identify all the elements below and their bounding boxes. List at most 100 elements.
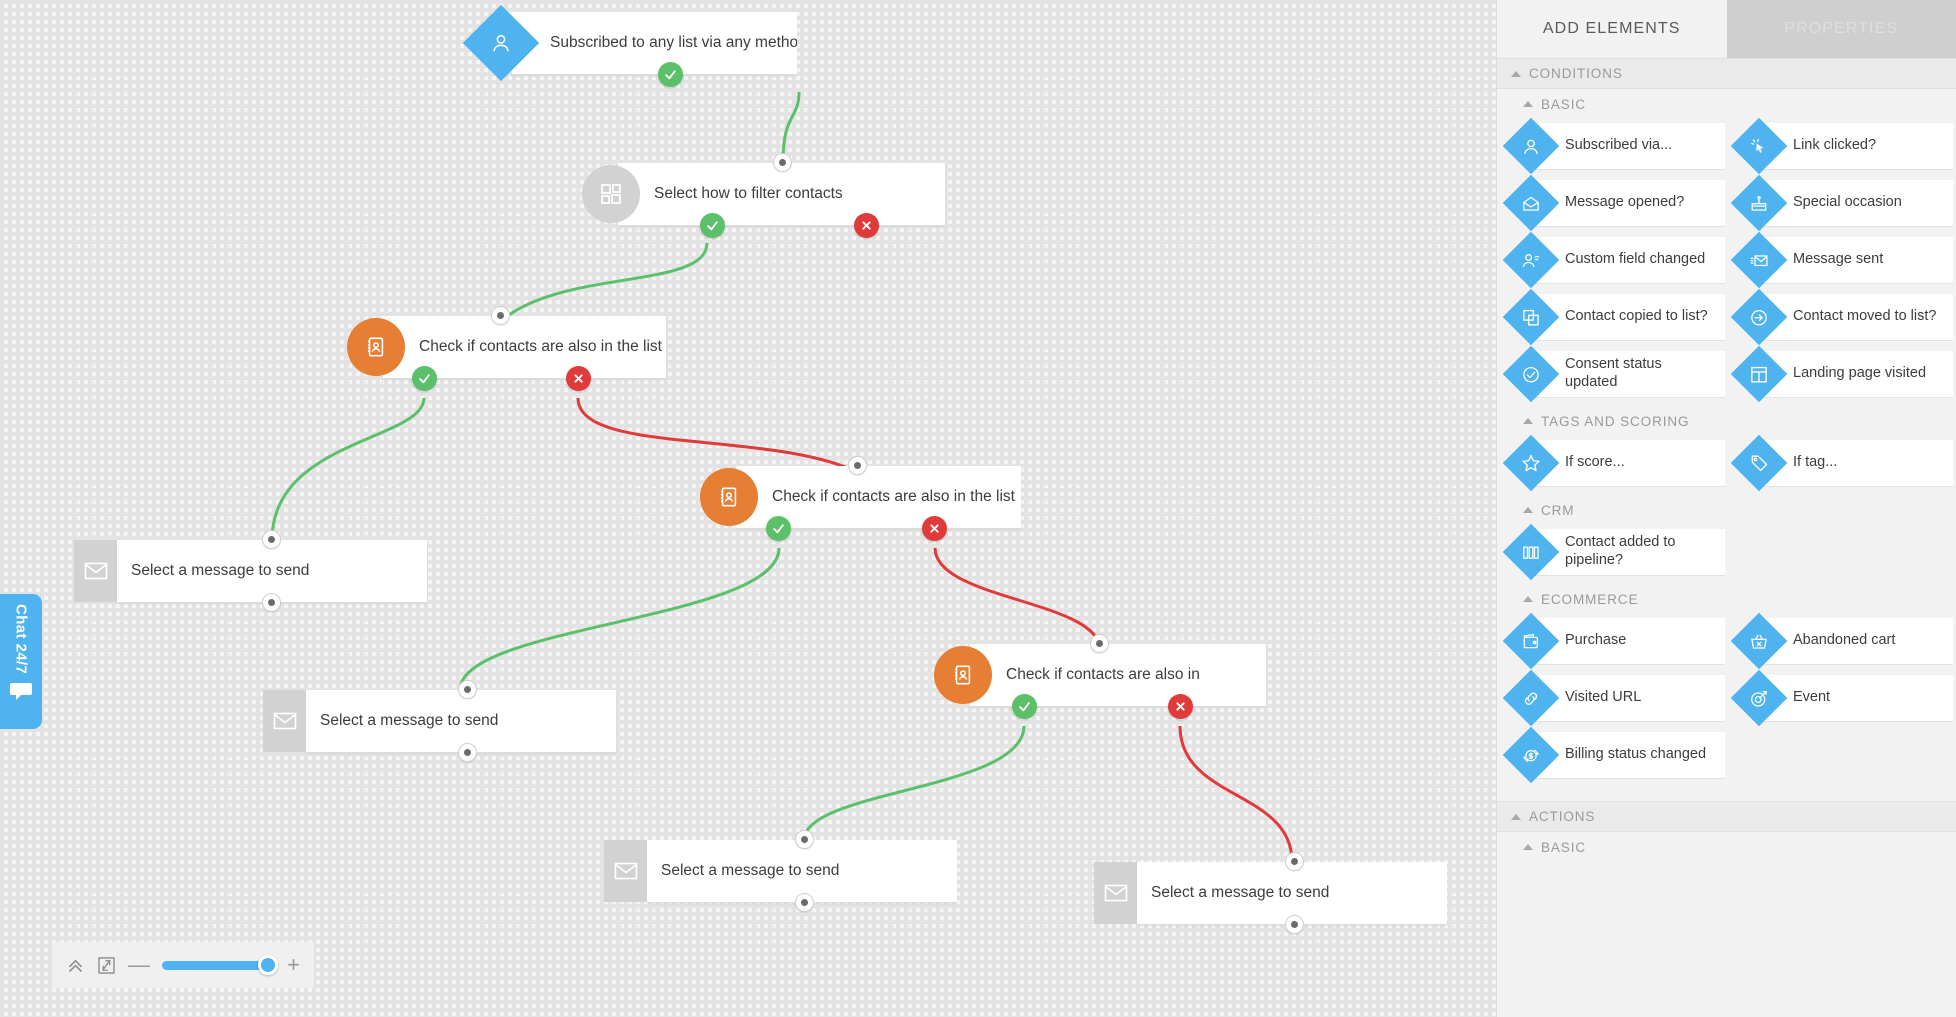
wallet-icon bbox=[1502, 612, 1560, 670]
zoom-in-button[interactable]: + bbox=[287, 954, 300, 976]
tab-add-elements[interactable]: ADD ELEMENTS bbox=[1497, 0, 1727, 58]
arrow-right-circle-icon bbox=[1730, 288, 1788, 346]
element-tile-contact-copied-to-list[interactable]: Contact copied to list? bbox=[1502, 288, 1725, 346]
fit-screen-icon[interactable] bbox=[97, 956, 116, 975]
node-yes-badge[interactable] bbox=[658, 62, 683, 87]
canvas-node-condition[interactable]: Check if contacts are also in the list bbox=[700, 456, 1021, 541]
element-tile-visited-url[interactable]: Visited URL bbox=[1502, 669, 1725, 727]
canvas-node-message[interactable]: Select a message to send bbox=[74, 530, 427, 612]
chevron-up-icon bbox=[1511, 70, 1521, 77]
tile-label: Landing page visited bbox=[1793, 365, 1927, 382]
star-icon bbox=[1502, 434, 1560, 492]
tile-label: Message opened? bbox=[1565, 194, 1685, 211]
chevron-up-icon bbox=[1511, 813, 1521, 820]
zoom-slider-handle[interactable] bbox=[258, 955, 279, 975]
subgroup-header-basic[interactable]: BASIC bbox=[1497, 89, 1956, 119]
node-input-port[interactable] bbox=[262, 530, 281, 549]
node-label: Select a message to send bbox=[320, 712, 499, 729]
tile-label: Custom field changed bbox=[1565, 251, 1706, 268]
group-header-conditions[interactable]: CONDITIONS bbox=[1497, 58, 1956, 89]
tile-list-basic: Subscribed via... Link clicked? Message … bbox=[1497, 117, 1956, 406]
address-book-icon bbox=[700, 468, 758, 526]
node-label: Subscribed to any list via any method bbox=[550, 34, 797, 51]
subgroup-header-actions-basic[interactable]: BASIC bbox=[1497, 832, 1956, 862]
element-tile-purchase[interactable]: Purchase bbox=[1502, 612, 1725, 670]
tab-properties[interactable]: PROPERTIES bbox=[1726, 0, 1956, 58]
node-output-port[interactable] bbox=[262, 593, 281, 612]
node-no-badge[interactable] bbox=[1168, 694, 1193, 719]
node-input-port[interactable] bbox=[773, 153, 792, 172]
node-yes-badge[interactable] bbox=[1012, 694, 1037, 719]
element-tile-billing-status-changed[interactable]: Billing status changed bbox=[1502, 726, 1725, 784]
tile-label: Billing status changed bbox=[1565, 746, 1707, 763]
panel-tabs: ADD ELEMENTS PROPERTIES bbox=[1497, 0, 1956, 58]
node-input-port[interactable] bbox=[491, 306, 510, 325]
envelope-icon bbox=[1094, 862, 1137, 924]
canvas-node-filter[interactable]: Select how to filter contacts bbox=[582, 153, 945, 238]
node-input-port[interactable] bbox=[1285, 852, 1304, 871]
element-tile-consent-status-updated[interactable]: Consent status updated bbox=[1502, 345, 1725, 403]
canvas-node-message[interactable]: Select a message to send bbox=[1094, 852, 1447, 934]
element-tile-custom-field-changed[interactable]: Custom field changed bbox=[1502, 231, 1725, 289]
subgroup-title: BASIC bbox=[1541, 96, 1587, 112]
element-tile-subscribed-via[interactable]: Subscribed via... bbox=[1502, 117, 1725, 175]
canvas-node-condition[interactable]: Check if contacts are also in bbox=[934, 634, 1266, 719]
envelope-icon bbox=[263, 690, 306, 752]
node-yes-badge[interactable] bbox=[766, 516, 791, 541]
address-book-icon bbox=[934, 646, 992, 704]
node-no-badge[interactable] bbox=[854, 213, 879, 238]
chevron-up-icon bbox=[1523, 101, 1533, 107]
node-input-port[interactable] bbox=[1090, 634, 1109, 653]
node-yes-badge[interactable] bbox=[700, 213, 725, 238]
subgroup-header-crm[interactable]: CRM bbox=[1497, 495, 1956, 525]
envelope-send-icon bbox=[1730, 231, 1788, 289]
chevron-up-icon bbox=[1523, 418, 1533, 424]
subgroup-header-ecommerce[interactable]: ECOMMERCE bbox=[1497, 584, 1956, 614]
element-tile-contact-moved-to-list[interactable]: Contact moved to list? bbox=[1730, 288, 1953, 346]
node-output-port[interactable] bbox=[1285, 915, 1304, 934]
node-output-port[interactable] bbox=[458, 743, 477, 762]
canvas-node-condition[interactable]: Check if contacts are also in the list bbox=[347, 306, 666, 391]
canvas-node-message[interactable]: Select a message to send bbox=[263, 680, 616, 762]
tile-label: Contact copied to list? bbox=[1565, 308, 1708, 325]
node-label: Select how to filter contacts bbox=[654, 185, 843, 202]
subgroup-header-tags-and-scoring[interactable]: TAGS AND SCORING bbox=[1497, 406, 1956, 436]
element-tile-message-opened[interactable]: Message opened? bbox=[1502, 174, 1725, 232]
element-tile-message-sent[interactable]: Message sent bbox=[1730, 231, 1953, 289]
node-input-port[interactable] bbox=[848, 456, 867, 475]
node-yes-badge[interactable] bbox=[412, 366, 437, 391]
element-tile-landing-page-visited[interactable]: Landing page visited bbox=[1730, 345, 1953, 403]
element-tile-contact-added-to-pipeline[interactable]: Contact added to pipeline? bbox=[1502, 523, 1725, 581]
tile-label: Consent status updated bbox=[1565, 356, 1662, 390]
group-header-actions[interactable]: ACTIONS bbox=[1497, 801, 1956, 832]
element-tile-abandoned-cart[interactable]: Abandoned cart bbox=[1730, 612, 1953, 670]
workflow-canvas[interactable]: Subscribed to any list via any method Se… bbox=[0, 0, 1496, 1017]
zoom-toolbar[interactable]: — + bbox=[52, 942, 314, 988]
node-input-port[interactable] bbox=[795, 830, 814, 849]
node-label: Select a message to send bbox=[131, 562, 310, 579]
element-tile-event[interactable]: Event bbox=[1730, 669, 1953, 727]
zoom-slider[interactable] bbox=[162, 955, 279, 975]
tile-label: Contact moved to list? bbox=[1793, 308, 1937, 325]
subgroup-title: CRM bbox=[1541, 502, 1575, 518]
chevron-up-icon bbox=[1523, 507, 1533, 513]
canvas-node-message[interactable]: Select a message to send bbox=[604, 830, 957, 912]
envelope-icon bbox=[74, 540, 117, 602]
node-no-badge[interactable] bbox=[922, 516, 947, 541]
elements-panel: ADD ELEMENTS PROPERTIES CONDITIONS BASIC… bbox=[1496, 0, 1956, 1017]
user-edit-icon bbox=[1502, 231, 1560, 289]
element-tile-if-score[interactable]: If score... bbox=[1502, 434, 1725, 492]
element-tile-if-tag[interactable]: If tag... bbox=[1730, 434, 1953, 492]
double-chevron-up-icon[interactable] bbox=[66, 956, 85, 975]
canvas-node-trigger[interactable]: Subscribed to any list via any method bbox=[462, 4, 797, 87]
zoom-out-button[interactable]: — bbox=[128, 954, 150, 976]
tile-list-tags-and-scoring: If score... If tag... bbox=[1497, 434, 1956, 495]
envelope-icon bbox=[604, 840, 647, 902]
element-tile-special-occasion[interactable]: Special occasion bbox=[1730, 174, 1953, 232]
tag-icon bbox=[1730, 434, 1788, 492]
chat-widget-button[interactable]: Chat 24/7 bbox=[0, 594, 42, 729]
element-tile-link-clicked[interactable]: Link clicked? bbox=[1730, 117, 1953, 175]
node-no-badge[interactable] bbox=[566, 366, 591, 391]
node-input-port[interactable] bbox=[458, 680, 477, 699]
node-output-port[interactable] bbox=[795, 893, 814, 912]
